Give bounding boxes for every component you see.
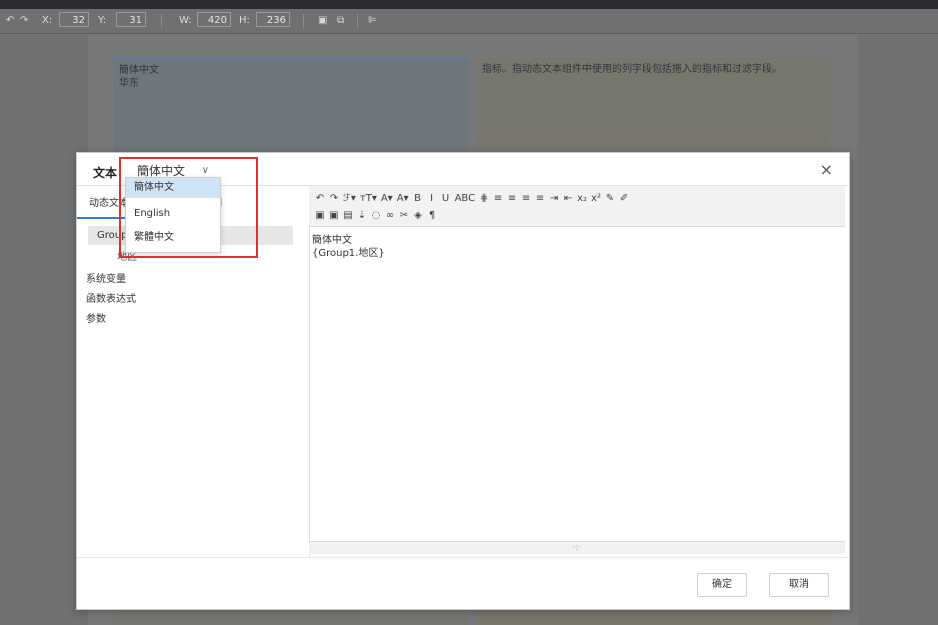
editor-tool-icon[interactable]: ◈	[413, 210, 423, 221]
editor-tool-icon[interactable]: ⇤	[563, 193, 573, 204]
cancel-button[interactable]: 取消	[769, 573, 829, 597]
editor-tool-icon[interactable]: ▣	[315, 210, 325, 221]
editor-tool-icon[interactable]: ≡	[535, 193, 545, 204]
editor-tool-icon[interactable]: B	[413, 193, 423, 204]
language-option-traditional-chinese[interactable]: 繁體中文	[126, 228, 220, 248]
toolbar-divider	[357, 14, 358, 28]
editor-resize-handle[interactable]: ·:·	[309, 541, 845, 554]
tree-parameters[interactable]: 参数	[86, 310, 106, 325]
editor-tool-icon[interactable]: ≡	[493, 193, 503, 204]
editor-tool-icon[interactable]: ✂	[399, 210, 409, 221]
h-input[interactable]: 236	[256, 12, 290, 27]
rich-text-editor: ↶ ↷ ℱ▾ тT▾ A▾ A▾ B I U ABC ⋕ ≡ ≡ ≡ ≡ ⇥ ⇤ x₂ x² ✎ ✐ ▣ ▣ ▤ ⇣ ◌ ∞ ✂ ◈ ¶…	[309, 186, 847, 556]
x-input[interactable]: 32	[59, 12, 89, 27]
x-label: X:	[42, 15, 53, 26]
editor-tool-icon[interactable]: ≡	[507, 193, 517, 204]
editor-tool-icon[interactable]: ℱ▾	[343, 193, 356, 204]
language-select-value: 簡体中文	[137, 164, 186, 178]
editor-toolbar: ↶ ↷ ℱ▾ тT▾ A▾ A▾ B I U ABC ⋕ ≡ ≡ ≡ ≡ ⇥ ⇤ x₂ x² ✎ ✐ ▣ ▣ ▤ ⇣ ◌ ∞ ✂ ◈ ¶	[309, 186, 845, 227]
editor-tool-icon[interactable]: тT▾	[360, 193, 377, 204]
redo-icon[interactable]: ↷	[20, 13, 28, 28]
window-top-bar	[0, 0, 938, 9]
language-option-simplified-chinese[interactable]: 簡体中文	[126, 178, 220, 198]
editor-tool-icon[interactable]: ∞	[385, 210, 395, 221]
property-toolbar: ↶ ↷ X: 32 Y: 31 W: 420 H: 236 ▣ ⧉ ⊫	[0, 9, 938, 34]
editor-tool-icon[interactable]: ✎	[605, 193, 615, 204]
editor-tool-icon[interactable]: x²	[591, 193, 601, 204]
editor-tool-icon[interactable]: U	[441, 193, 451, 204]
confirm-button[interactable]: 确定	[697, 573, 747, 597]
editor-tool-icon[interactable]: ▣	[329, 210, 339, 221]
editor-line-2: {Group1.地区}	[312, 248, 385, 259]
description-text: 指标。指动态文本组件中使用的列字段包括拖入的指标和过滤字段。	[482, 64, 782, 75]
editor-line-1: 簡体中文	[312, 235, 352, 246]
canvas-strip	[113, 608, 468, 625]
y-input[interactable]: 31	[116, 12, 146, 27]
text-line-2: 华东	[119, 78, 139, 89]
editor-tool-icon[interactable]: I	[427, 193, 437, 204]
editor-tool-icon[interactable]: ¶	[427, 210, 437, 221]
w-input[interactable]: 420	[197, 12, 231, 27]
editor-tool-icon[interactable]: ↶	[315, 193, 325, 204]
editor-toolbar-row-2: ▣ ▣ ▤ ⇣ ◌ ∞ ✂ ◈ ¶	[315, 207, 437, 223]
paste-icon[interactable]: ⧉	[337, 13, 344, 28]
editor-tool-icon[interactable]: ↷	[329, 193, 339, 204]
y-label: Y:	[98, 15, 107, 26]
toolbar-divider	[303, 14, 304, 28]
tree-system-variables[interactable]: 系统变量	[86, 270, 126, 285]
editor-tool-icon[interactable]: ⇣	[357, 210, 367, 221]
editor-tool-icon[interactable]: ✐	[619, 193, 629, 204]
align-icon[interactable]: ⊫	[368, 13, 377, 28]
h-label: H:	[239, 15, 250, 26]
editor-tool-icon[interactable]: ◌	[371, 210, 381, 221]
editor-tool-icon[interactable]: A▾	[397, 193, 409, 204]
editor-tool-icon[interactable]: ▤	[343, 210, 353, 221]
editor-tool-icon[interactable]: ⋕	[479, 193, 489, 204]
editor-tool-icon[interactable]: ≡	[521, 193, 531, 204]
editor-tool-icon[interactable]: A▾	[381, 193, 393, 204]
language-dropdown: 簡体中文 English 繁體中文	[125, 177, 221, 253]
w-label: W:	[179, 15, 192, 26]
editor-tool-icon[interactable]: ⇥	[549, 193, 559, 204]
editor-tool-icon[interactable]: ABC	[455, 193, 476, 204]
language-option-english[interactable]: English	[126, 204, 220, 224]
copy-icon[interactable]: ▣	[318, 13, 327, 28]
close-icon[interactable]: ×	[820, 160, 833, 179]
footer-divider	[77, 557, 849, 558]
tree-function-expression[interactable]: 函数表达式	[86, 290, 136, 305]
editor-tool-icon[interactable]: x₂	[577, 193, 587, 204]
undo-icon[interactable]: ↶	[6, 13, 14, 28]
editor-toolbar-row-1: ↶ ↷ ℱ▾ тT▾ A▾ A▾ B I U ABC ⋕ ≡ ≡ ≡ ≡ ⇥ ⇤ x₂ x² ✎ ✐	[315, 190, 629, 206]
dialog-title: 文本	[93, 166, 118, 180]
tab-dynamic-text[interactable]: 动态文本	[89, 194, 129, 209]
text-line-1: 簡体中文	[119, 65, 159, 76]
editor-content[interactable]: 簡体中文 {Group1.地区}	[312, 234, 385, 260]
canvas-strip	[478, 608, 830, 625]
toolbar-divider	[161, 14, 162, 28]
